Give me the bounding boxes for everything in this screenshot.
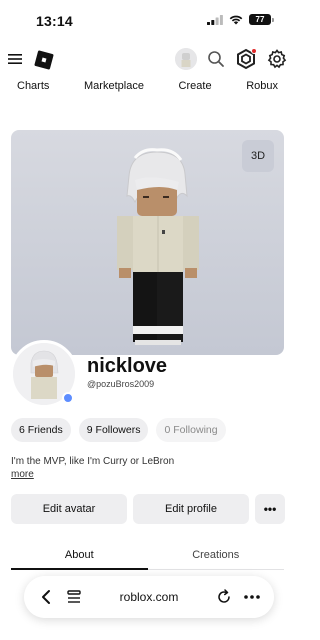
gear-icon[interactable]: [267, 49, 287, 69]
reload-icon: [218, 589, 230, 603]
status-time: 13:14: [36, 13, 73, 29]
battery-icon: 77: [249, 14, 274, 25]
friends-count[interactable]: 6 Friends: [11, 418, 71, 442]
roblox-logo-icon[interactable]: [33, 49, 55, 71]
robux-button[interactable]: [235, 48, 257, 70]
bio-more-link[interactable]: more: [11, 469, 34, 480]
url-field[interactable]: roblox.com: [88, 590, 210, 604]
nav-tab-create[interactable]: Create: [179, 80, 212, 100]
page-icon: [67, 590, 81, 603]
avatar-figure: [117, 148, 199, 345]
following-count[interactable]: 0 Following: [156, 418, 226, 442]
bio-text: I'm the MVP, like I'm Curry or LeBron: [11, 456, 175, 467]
browser-menu-button[interactable]: [238, 583, 266, 611]
avatar[interactable]: [175, 48, 197, 70]
tab-creations[interactable]: Creations: [148, 540, 285, 569]
chevron-left-icon: [42, 590, 50, 604]
back-button[interactable]: [32, 583, 60, 611]
avatar-preview[interactable]: 3D: [11, 130, 284, 355]
notification-dot: [251, 48, 257, 54]
display-name: nicklove: [87, 355, 168, 377]
wifi-icon: [229, 15, 243, 24]
status-bar: 13:14 77: [0, 0, 295, 42]
tab-about[interactable]: About: [11, 540, 148, 570]
nav-tab-marketplace[interactable]: Marketplace: [84, 80, 144, 100]
nav-tab-charts[interactable]: Charts: [17, 80, 49, 100]
more-horizontal-icon: [244, 595, 260, 599]
browser-toolbar: roblox.com: [24, 576, 274, 618]
search-icon[interactable]: [207, 50, 225, 68]
top-nav: [0, 42, 295, 78]
profile-tabs: About Creations: [11, 540, 284, 570]
menu-icon[interactable]: [8, 52, 22, 66]
profile-actions: Edit avatar Edit profile •••: [11, 494, 285, 524]
signal-icon: [207, 14, 223, 25]
followers-count[interactable]: 9 Followers: [78, 418, 149, 442]
tabs-button[interactable]: [60, 583, 88, 611]
edit-avatar-button[interactable]: Edit avatar: [11, 494, 127, 524]
sub-nav: Charts Marketplace Create Robux: [0, 80, 295, 100]
3d-toggle-button[interactable]: 3D: [242, 140, 274, 172]
profile-stats: 6 Friends 9 Followers 0 Following: [11, 418, 226, 442]
username: @pozuBros2009: [87, 379, 155, 389]
nav-tab-robux[interactable]: Robux: [246, 80, 278, 100]
more-options-button[interactable]: •••: [255, 494, 285, 524]
nav-right: [175, 48, 287, 70]
edit-profile-button[interactable]: Edit profile: [133, 494, 249, 524]
online-status-dot: [62, 392, 74, 404]
reload-button[interactable]: [210, 583, 238, 611]
status-icons: 77: [207, 14, 274, 25]
